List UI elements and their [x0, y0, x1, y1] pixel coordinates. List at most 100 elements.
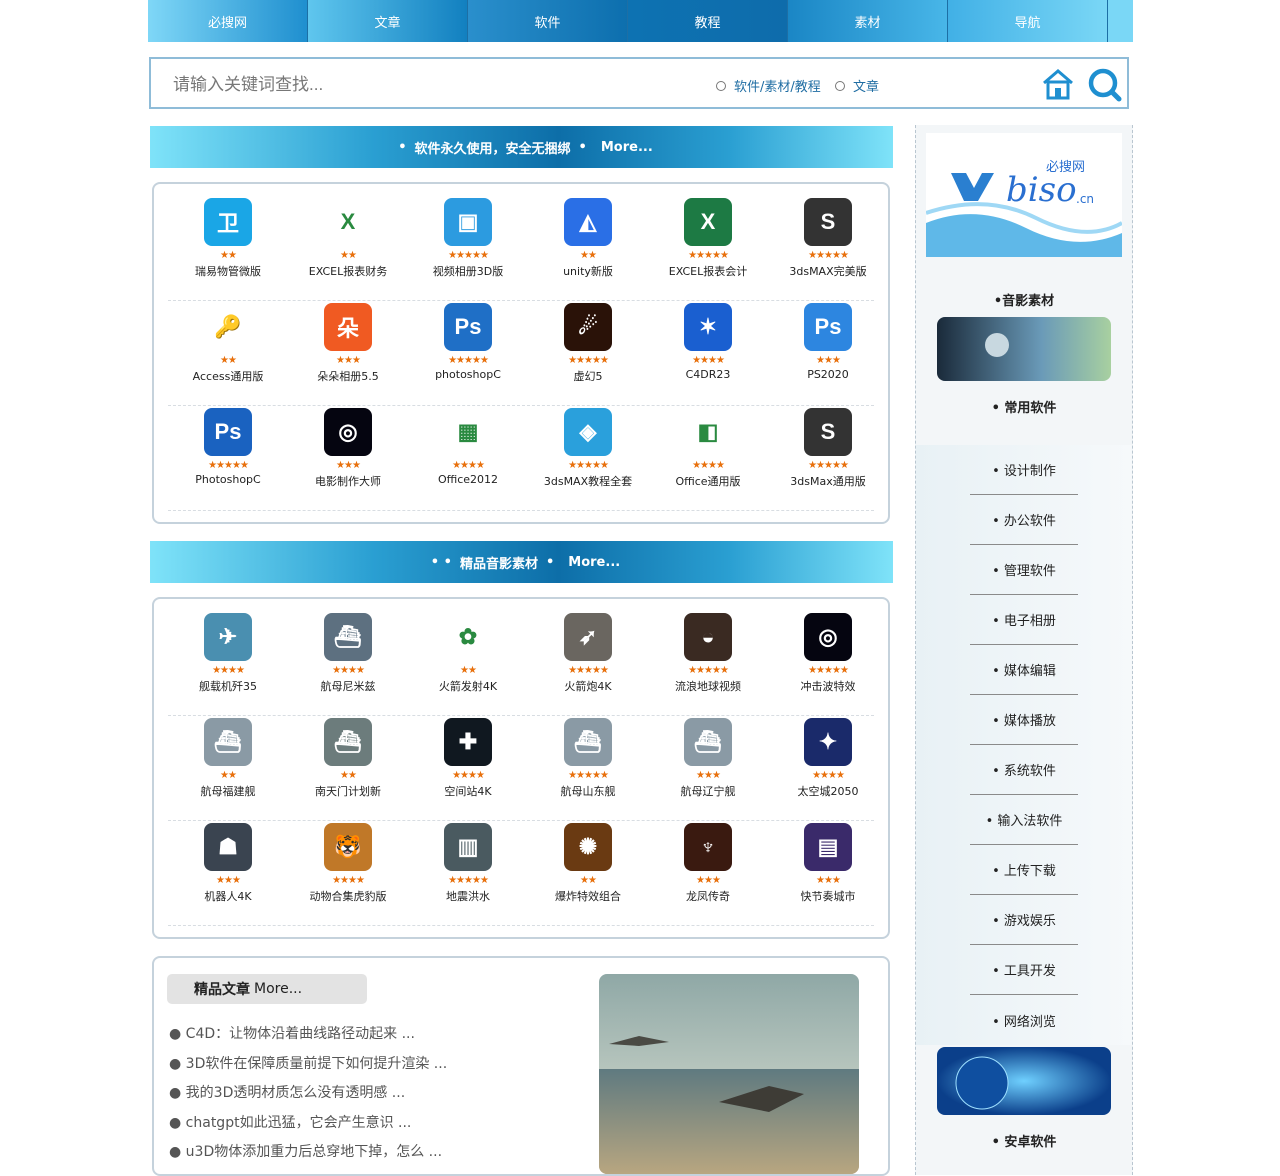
grid-row: ☗ ★★★ 机器人4K 🐯 ★★★★ 动物合集虎豹版 ▥ ★★★★★ 地震洪水 ✺ ★★ 爆炸特效组合… [168, 821, 874, 926]
article-list: ● C4D：让物体沿着曲线路径动起来 ... ● 3D软件在保障质量前提下如何提升… [169, 1020, 447, 1168]
radio-software[interactable]: 软件/素材/教程 [716, 76, 821, 95]
app-tile[interactable]: ◈ ★★★★★ 3dsMAX教程全套 [528, 406, 648, 489]
access-key-icon: 🔑 [204, 303, 252, 351]
nav-item[interactable]: 文章 [308, 0, 468, 42]
app-name: Office2012 [437, 473, 499, 486]
search-input[interactable] [171, 71, 595, 99]
nav-item[interactable]: 教程 [628, 0, 788, 42]
rating-stars: ★★★★ [812, 770, 845, 781]
duoduo-icon: 朵 [324, 303, 372, 351]
sidebar-category-link[interactable]: • 系统软件 [970, 745, 1078, 795]
app-tile[interactable]: X ★★★★★ EXCEL报表会计 [648, 196, 768, 279]
3d-cube-icon: ▣ [444, 198, 492, 246]
home-icon[interactable] [1041, 67, 1075, 101]
app-tile[interactable]: ◧ ★★★★ Office通用版 [648, 406, 768, 489]
app-tile[interactable]: 朵 ★★★ 朵朵相册5.5 [288, 301, 408, 384]
nav-item[interactable]: 素材 [788, 0, 948, 42]
more-link[interactable]: More... [568, 555, 620, 570]
app-name: Access通用版 [192, 370, 264, 383]
article-link[interactable]: ● 我的3D透明材质怎么没有透明感 ... [169, 1079, 447, 1109]
app-name: 龙凤传奇 [686, 890, 730, 903]
nav-item[interactable]: 导航 [948, 0, 1108, 42]
app-tile[interactable]: ⛴ ★★ 南天门计划新 [288, 716, 408, 799]
app-tile[interactable]: ▦ ★★★★ Office2012 [408, 406, 528, 486]
radio-article[interactable]: 文章 [835, 76, 879, 95]
rating-stars: ★★ [220, 250, 237, 261]
app-tile[interactable]: ◒ ★★★★★ 流浪地球视频 [648, 611, 768, 694]
bullet: • • [430, 554, 452, 570]
app-tile[interactable]: S ★★★★★ 3dsMax通用版 [768, 406, 888, 489]
app-tile[interactable]: S ★★★★★ 3dsMAX完美版 [768, 196, 888, 279]
rating-stars: ★★ [220, 770, 237, 781]
sidebar-category-link[interactable]: • 网络浏览 [970, 995, 1078, 1045]
app-tile[interactable]: ♆ ★★★ 龙凤传奇 [648, 821, 768, 904]
more-link[interactable]: More... [254, 981, 302, 997]
media-panel: ✈ ★★★★ 舰载机歼35 ⛴ ★★★★ 航母尼米兹 ✿ ★★ 火箭发射4K ➶ ★★★★★ 火箭炮4… [152, 597, 890, 939]
nav-item[interactable]: 软件 [468, 0, 628, 42]
nav-item[interactable]: 必搜网 [148, 0, 308, 42]
app-tile[interactable]: ⛴ ★★ 航母福建舰 [168, 716, 288, 799]
tiger-icon: 🐯 [324, 823, 372, 871]
app-tile[interactable]: Ps ★★★★★ photoshopC [408, 301, 528, 381]
app-tile[interactable]: Ps ★★★ PS2020 [768, 301, 888, 381]
sidebar-category-link[interactable]: • 工具开发 [970, 945, 1078, 995]
app-tile[interactable]: ▥ ★★★★★ 地震洪水 [408, 821, 528, 904]
app-name: 航母福建舰 [200, 785, 256, 798]
space-city-icon: ✦ [804, 718, 852, 766]
rating-stars: ★★★ [336, 460, 361, 471]
rating-stars: ★★★★ [212, 665, 245, 676]
sidebar-common-title[interactable]: • 常用软件 [916, 397, 1132, 416]
app-tile[interactable]: ⛴ ★★★★★ 航母山东舰 [528, 716, 648, 799]
app-tile[interactable]: ⛴ ★★★★ 航母尼米兹 [288, 611, 408, 694]
app-tile[interactable]: ✺ ★★ 爆炸特效组合 [528, 821, 648, 904]
app-tile[interactable]: 🐯 ★★★★ 动物合集虎豹版 [288, 821, 408, 904]
search-icon[interactable] [1087, 67, 1123, 103]
app-tile[interactable]: ✶ ★★★★ C4DR23 [648, 301, 768, 381]
article-link[interactable]: ● u3D物体添加重力后总穿地下掉，怎么 ... [169, 1138, 447, 1168]
app-tile[interactable]: ➶ ★★★★★ 火箭炮4K [528, 611, 648, 694]
app-tile[interactable]: X ★★ EXCEL报表财务 [288, 196, 408, 279]
app-tile[interactable]: ✦ ★★★★ 太空城2050 [768, 716, 888, 799]
sidebar-media-title[interactable]: •音影素材 [916, 290, 1132, 309]
app-tile[interactable]: ✚ ★★★★ 空间站4K [408, 716, 528, 799]
article-link[interactable]: ● 3D软件在保障质量前提下如何提升渲染 ... [169, 1050, 447, 1080]
app-tile[interactable]: ▣ ★★★★★ 视频相册3D版 [408, 196, 528, 279]
app-tile[interactable]: ✈ ★★★★ 舰载机歼35 [168, 611, 288, 694]
app-name: 南天门计划新 [315, 785, 381, 798]
network-banner-image[interactable] [937, 1047, 1111, 1115]
sidebar-category-link[interactable]: • 电子相册 [970, 595, 1078, 645]
sidebar-category-link[interactable]: • 管理软件 [970, 545, 1078, 595]
app-tile[interactable]: ✿ ★★ 火箭发射4K [408, 611, 528, 694]
app-name: 航母尼米兹 [320, 680, 376, 693]
software-panel: 卫 ★★ 瑞易物管微版 X ★★ EXCEL报表财务 ▣ ★★★★★ 视频相册3D版 ◭ ★★ uni… [152, 182, 890, 524]
app-tile[interactable]: Ps ★★★★★ PhotoshopC [168, 406, 288, 486]
app-tile[interactable]: ⛴ ★★★ 航母辽宁舰 [648, 716, 768, 799]
app-name: 虚幻5 [573, 370, 603, 383]
sidebar-category-link[interactable]: • 游戏娱乐 [970, 895, 1078, 945]
rating-stars: ★★★★★ [448, 875, 489, 886]
app-tile[interactable]: 卫 ★★ 瑞易物管微版 [168, 196, 288, 279]
sidebar-category-link[interactable]: • 办公软件 [970, 495, 1078, 545]
app-tile[interactable]: ☗ ★★★ 机器人4K [168, 821, 288, 904]
app-tile[interactable]: ◭ ★★ unity新版 [528, 196, 648, 279]
sidebar-category-link[interactable]: • 媒体编辑 [970, 645, 1078, 695]
carrier-fujian-icon: ⛴ [204, 718, 252, 766]
sidebar-android-title[interactable]: • 安卓软件 [916, 1131, 1132, 1150]
city-traffic-icon: ▤ [804, 823, 852, 871]
app-tile[interactable]: 🔑 ★★ Access通用版 [168, 301, 288, 384]
app-name: 瑞易物管微版 [195, 265, 261, 278]
sidebar-category-link[interactable]: • 输入法软件 [970, 795, 1078, 845]
site-logo[interactable]: biso .cn 必搜网 [925, 133, 1123, 257]
app-tile[interactable]: ☄ ★★★★★ 虚幻5 [528, 301, 648, 384]
media-banner-image[interactable] [937, 317, 1111, 381]
article-featured-image[interactable] [599, 974, 859, 1174]
sidebar-category-link[interactable]: • 媒体播放 [970, 695, 1078, 745]
article-link[interactable]: ● chatgpt如此迅猛，它会产生意识 ... [169, 1109, 447, 1139]
sidebar-category-link[interactable]: • 上传下载 [970, 845, 1078, 895]
app-tile[interactable]: ◎ ★★★ 电影制作大师 [288, 406, 408, 489]
app-tile[interactable]: ◎ ★★★★★ 冲击波特效 [768, 611, 888, 694]
more-link[interactable]: More... [601, 140, 653, 155]
article-link[interactable]: ● C4D：让物体沿着曲线路径动起来 ... [169, 1020, 447, 1050]
sidebar-category-link[interactable]: • 设计制作 [970, 445, 1078, 495]
app-tile[interactable]: ▤ ★★★ 快节奏城市 [768, 821, 888, 904]
